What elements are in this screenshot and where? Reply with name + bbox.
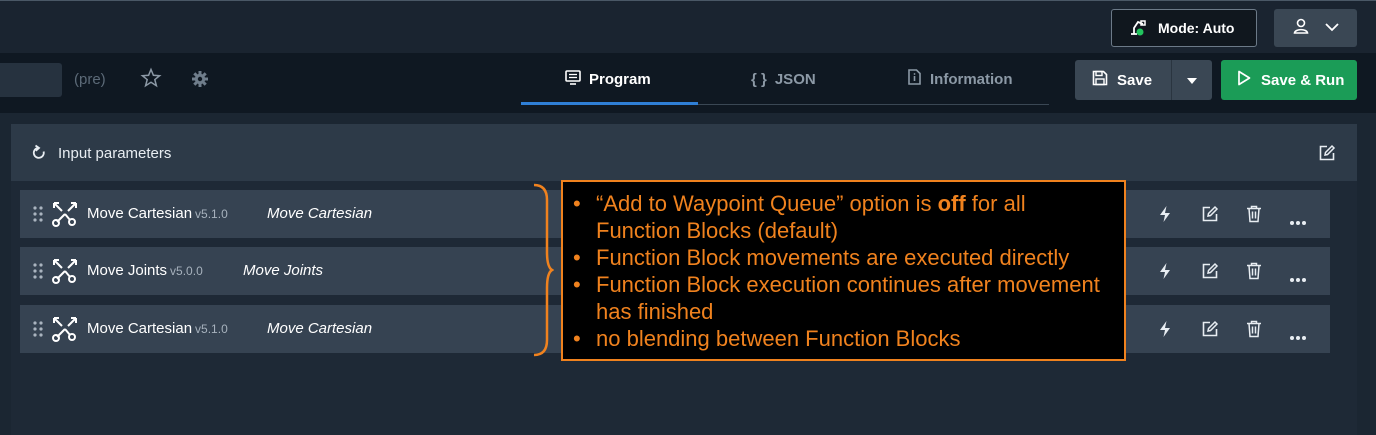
block-version: v5.0.0 xyxy=(170,264,203,278)
program-name-field[interactable] xyxy=(0,63,62,97)
callout-item: Function Block execution continues after… xyxy=(573,271,1114,325)
lightning-icon[interactable] xyxy=(1158,320,1172,343)
callout-item: no blending between Function Blocks xyxy=(573,325,1114,352)
block-alias: Move Joints xyxy=(243,262,324,279)
drag-handle-icon[interactable] xyxy=(33,206,43,227)
braces-icon: { } xyxy=(751,70,767,88)
monitor-icon xyxy=(565,69,581,89)
drag-handle-icon[interactable] xyxy=(33,263,43,284)
edit-icon[interactable] xyxy=(1318,144,1336,167)
program-suffix: (pre) xyxy=(74,71,106,88)
trash-icon[interactable] xyxy=(1246,205,1262,228)
block-version: v5.1.0 xyxy=(195,207,228,221)
block-version: v5.1.0 xyxy=(195,322,228,336)
mode-label: Mode: Auto xyxy=(1158,20,1235,36)
edit-icon[interactable] xyxy=(1201,320,1219,343)
active-tab-indicator xyxy=(521,102,698,105)
input-parameters-title: Input parameters xyxy=(58,145,172,162)
tab-program[interactable]: Program xyxy=(565,53,651,105)
tab-json-label: JSON xyxy=(774,70,816,88)
star-icon[interactable] xyxy=(140,67,162,94)
top-bar: Mode: Auto xyxy=(0,0,1376,53)
more-options-icon[interactable] xyxy=(1290,327,1306,345)
lightning-icon[interactable] xyxy=(1158,205,1172,228)
chevron-down-icon xyxy=(1324,19,1340,37)
move-tool-icon xyxy=(51,315,79,348)
tab-information[interactable]: Information xyxy=(907,53,1013,105)
play-icon xyxy=(1237,70,1251,90)
user-menu-button[interactable] xyxy=(1274,9,1357,47)
save-and-run-button[interactable]: Save & Run xyxy=(1221,60,1357,100)
block-alias: Move Cartesian xyxy=(267,320,373,337)
floppy-disk-icon xyxy=(1092,70,1108,90)
save-and-run-label: Save & Run xyxy=(1261,71,1345,89)
move-tool-icon xyxy=(51,257,79,290)
block-name: Move Cartesian v5.1.0 xyxy=(87,320,228,337)
info-document-icon xyxy=(907,69,922,89)
tab-program-label: Program xyxy=(589,70,651,88)
save-button[interactable]: Save xyxy=(1075,60,1171,100)
block-name: Move Joints v5.0.0 xyxy=(87,262,203,279)
block-name: Move Cartesian v5.1.0 xyxy=(87,205,228,222)
robot-arm-icon xyxy=(1128,17,1148,40)
annotation-callout: “Add to Waypoint Queue” option is off fo… xyxy=(561,180,1126,361)
tab-information-label: Information xyxy=(930,70,1013,88)
block-alias: Move Cartesian xyxy=(267,205,373,222)
callout-item: “Add to Waypoint Queue” option is off fo… xyxy=(573,190,1114,244)
user-icon xyxy=(1292,17,1310,40)
refresh-icon xyxy=(31,144,47,166)
more-options-icon[interactable] xyxy=(1290,212,1306,230)
mode-button[interactable]: Mode: Auto xyxy=(1111,9,1257,47)
save-label: Save xyxy=(1117,71,1153,89)
more-options-icon[interactable] xyxy=(1290,269,1306,287)
gear-icon[interactable] xyxy=(191,70,209,93)
drag-handle-icon[interactable] xyxy=(33,321,43,342)
trash-icon[interactable] xyxy=(1246,262,1262,285)
lightning-icon[interactable] xyxy=(1158,262,1172,285)
program-toolbar: (pre) Program { } JSON Information Save … xyxy=(0,53,1376,113)
caret-down-icon xyxy=(1187,71,1197,89)
edit-icon[interactable] xyxy=(1201,262,1219,285)
move-tool-icon xyxy=(51,200,79,233)
input-parameters-header[interactable]: Input parameters xyxy=(11,124,1357,181)
trash-icon[interactable] xyxy=(1246,320,1262,343)
tab-json[interactable]: { } JSON xyxy=(751,53,816,105)
annotation-brace xyxy=(533,183,554,357)
edit-icon[interactable] xyxy=(1201,205,1219,228)
save-options-dropdown[interactable] xyxy=(1171,60,1212,100)
view-tabs: Program { } JSON Information xyxy=(521,53,1049,105)
callout-item: Function Block movements are executed di… xyxy=(573,244,1114,271)
